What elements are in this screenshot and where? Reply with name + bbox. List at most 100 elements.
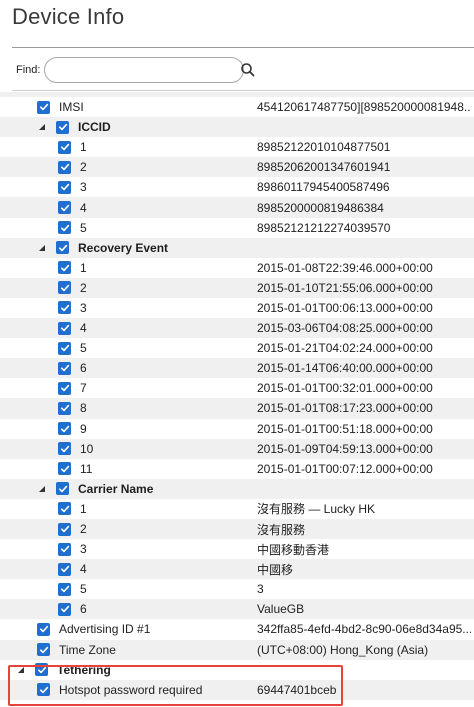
checkbox-checked-icon[interactable] bbox=[58, 562, 71, 576]
checkbox-checked-icon[interactable] bbox=[56, 482, 69, 496]
checkbox-checked-icon[interactable] bbox=[35, 663, 48, 677]
tree-row-hotspot-password-required[interactable]: Hotspot password required 69447401bceb bbox=[0, 679, 474, 700]
tree-row-carrier-name-item[interactable]: 1 沒有服務 — Lucky HK bbox=[0, 499, 474, 519]
checkbox-checked-icon[interactable] bbox=[58, 261, 71, 275]
checkbox-checked-icon[interactable] bbox=[58, 361, 71, 375]
tree-row-carrier-name-item[interactable]: 6 ValueGB bbox=[0, 599, 474, 620]
tree-row-label-cell: 2 bbox=[58, 157, 87, 177]
checkbox-checked-icon[interactable] bbox=[58, 341, 71, 355]
tree-row-recovery-event-item[interactable]: 8 2015-01-01T08:17:23.000+00:00 bbox=[0, 398, 474, 419]
tree-row-label-cell: Recovery Event bbox=[37, 238, 168, 258]
tree-row-iccid-item[interactable]: 1 89852122010104877501 bbox=[0, 137, 474, 157]
tree-row-label: 3 bbox=[80, 300, 87, 315]
tree-row-recovery-event-item[interactable]: 4 2015-03-06T04:08:25.000+00:00 bbox=[0, 318, 474, 339]
tree-row-value: 2015-01-01T08:17:23.000+00:00 bbox=[257, 401, 433, 416]
checkbox-checked-icon[interactable] bbox=[58, 221, 71, 235]
checkbox-checked-icon[interactable] bbox=[58, 522, 71, 536]
tree-row-iccid-item[interactable]: 3 89860117945400587496 bbox=[0, 177, 474, 197]
tree-row-value: 2015-01-01T00:07:12.000+00:00 bbox=[257, 461, 433, 476]
tree-group-iccid[interactable]: ICCID bbox=[0, 117, 474, 138]
tree-row-value: 69447401bceb bbox=[257, 682, 337, 697]
tree-row-time-zone[interactable]: Time Zone (UTC+08:00) Hong_Kong (Asia) bbox=[0, 639, 474, 660]
checkbox-checked-icon[interactable] bbox=[58, 462, 71, 476]
checkbox-checked-icon[interactable] bbox=[58, 160, 71, 174]
checkbox-checked-icon[interactable] bbox=[58, 502, 71, 516]
search-icon[interactable] bbox=[239, 61, 257, 79]
tree-row-recovery-event-item[interactable]: 1 2015-01-08T22:39:46.000+00:00 bbox=[0, 258, 474, 278]
tree-row-label-cell: 9 bbox=[58, 419, 87, 439]
tree-row-recovery-event-item[interactable]: 2 2015-01-10T21:55:06.000+00:00 bbox=[0, 277, 474, 298]
tree-group-recovery-event[interactable]: Recovery Event bbox=[0, 237, 474, 258]
tree-row-label-cell: Advertising ID #1 bbox=[37, 619, 150, 639]
tree-row-value: 3 bbox=[257, 582, 264, 597]
checkbox-checked-icon[interactable] bbox=[58, 542, 71, 556]
collapse-arrow-icon[interactable] bbox=[37, 484, 47, 494]
tree-row-label: 1 bbox=[80, 140, 87, 155]
checkbox-checked-icon[interactable] bbox=[58, 301, 71, 315]
tree-row-advertising-id[interactable]: Advertising ID #1 342ffa85-4efd-4bd2-8c90… bbox=[0, 619, 474, 639]
search-input[interactable] bbox=[44, 57, 255, 83]
checkbox-checked-icon[interactable] bbox=[58, 602, 71, 616]
checkbox-checked-icon[interactable] bbox=[58, 140, 71, 154]
tree-row-value: 89852121212274039570 bbox=[257, 220, 391, 235]
tree-row-label: 5 bbox=[80, 220, 87, 235]
tree-row-recovery-event-item[interactable]: 10 2015-01-09T04:59:13.000+00:00 bbox=[0, 438, 474, 459]
tree-row-label-cell: 2 bbox=[58, 519, 87, 539]
tree-row-iccid-item[interactable]: 5 89852121212274039570 bbox=[0, 218, 474, 238]
collapse-arrow-icon[interactable] bbox=[37, 122, 47, 132]
tree-row-iccid-item[interactable]: 2 89852062001347601941 bbox=[0, 157, 474, 178]
checkbox-checked-icon[interactable] bbox=[56, 241, 69, 255]
checkbox-checked-icon[interactable] bbox=[58, 321, 71, 335]
tree-row-label: Tethering bbox=[57, 662, 111, 677]
checkbox-checked-icon[interactable] bbox=[58, 281, 71, 295]
checkbox-checked-icon[interactable] bbox=[58, 422, 71, 436]
tree-row-label-cell: Hotspot password required bbox=[37, 680, 202, 700]
tree-row-value: 2015-03-06T04:08:25.000+00:00 bbox=[257, 321, 433, 336]
tree-row-label-cell: 1 bbox=[58, 137, 87, 157]
checkbox-checked-icon[interactable] bbox=[37, 622, 50, 636]
tree-row-label: 2 bbox=[80, 522, 87, 537]
tree-row-label-cell: 5 bbox=[58, 218, 87, 238]
tree-row-value: 2015-01-09T04:59:13.000+00:00 bbox=[257, 441, 433, 456]
tree-row-recovery-event-item[interactable]: 5 2015-01-21T04:02:24.000+00:00 bbox=[0, 338, 474, 358]
checkbox-checked-icon[interactable] bbox=[37, 683, 50, 697]
tree-group-carrier-name[interactable]: Carrier Name bbox=[0, 478, 474, 499]
checkbox-checked-icon[interactable] bbox=[58, 401, 71, 415]
checkbox-checked-icon[interactable] bbox=[58, 381, 71, 395]
tree-row-label: 5 bbox=[80, 341, 87, 356]
tree-row-label-cell: 8 bbox=[58, 398, 87, 418]
tree-row-iccid-item[interactable]: 4 8985200000819486384 bbox=[0, 197, 474, 218]
tree-row-label: 2 bbox=[80, 160, 87, 175]
tree-row-label: Recovery Event bbox=[78, 240, 169, 255]
tree-row-label: Carrier Name bbox=[78, 481, 154, 496]
tree-row-carrier-name-item[interactable]: 53 bbox=[0, 579, 474, 599]
tree-row-carrier-name-item[interactable]: 2 沒有服務 bbox=[0, 518, 474, 540]
checkbox-checked-icon[interactable] bbox=[58, 180, 71, 194]
checkbox-checked-icon[interactable] bbox=[37, 643, 50, 657]
tree-row-recovery-event-item[interactable]: 11 2015-01-01T00:07:12.000+00:00 bbox=[0, 459, 474, 479]
collapse-arrow-icon[interactable] bbox=[16, 665, 26, 675]
checkbox-checked-icon[interactable] bbox=[58, 442, 71, 456]
tree-row-recovery-event-item[interactable]: 6 2015-01-14T06:40:00.000+00:00 bbox=[0, 358, 474, 379]
checkbox-checked-icon[interactable] bbox=[58, 201, 71, 215]
tree-row-carrier-name-item[interactable]: 4 中國移 bbox=[0, 559, 474, 580]
tree-row-label: 2 bbox=[80, 280, 87, 295]
title-divider bbox=[12, 47, 474, 48]
tree-row-imsi[interactable]: IMSI 454120617487750][898520000081948... bbox=[0, 97, 474, 117]
tree-row-recovery-event-item[interactable]: 7 2015-01-01T00:32:01.000+00:00 bbox=[0, 378, 474, 398]
tree-row-label-cell: Time Zone bbox=[37, 640, 116, 660]
tree-row-value: 342ffa85-4efd-4bd2-8c90-06e8d34a95... bbox=[257, 622, 471, 637]
tree-row-carrier-name-item[interactable]: 3 中國移動香港 bbox=[0, 539, 474, 559]
tree-row-value: 8985200000819486384 bbox=[257, 200, 384, 215]
page-title: Device Info bbox=[12, 4, 125, 29]
collapse-arrow-icon[interactable] bbox=[37, 243, 47, 253]
tree-row-recovery-event-item[interactable]: 3 2015-01-01T00:06:13.000+00:00 bbox=[0, 298, 474, 318]
checkbox-checked-icon[interactable] bbox=[58, 582, 71, 596]
tree-row-label: 6 bbox=[80, 361, 87, 376]
checkbox-checked-icon[interactable] bbox=[37, 100, 50, 114]
tree-group-tethering[interactable]: Tethering bbox=[0, 660, 474, 680]
tree-row-value: 沒有服務 — Lucky HK bbox=[257, 502, 376, 517]
checkbox-checked-icon[interactable] bbox=[56, 120, 69, 134]
tree-row-value: (UTC+08:00) Hong_Kong (Asia) bbox=[257, 642, 429, 657]
tree-row-recovery-event-item[interactable]: 9 2015-01-01T00:51:18.000+00:00 bbox=[0, 419, 474, 439]
